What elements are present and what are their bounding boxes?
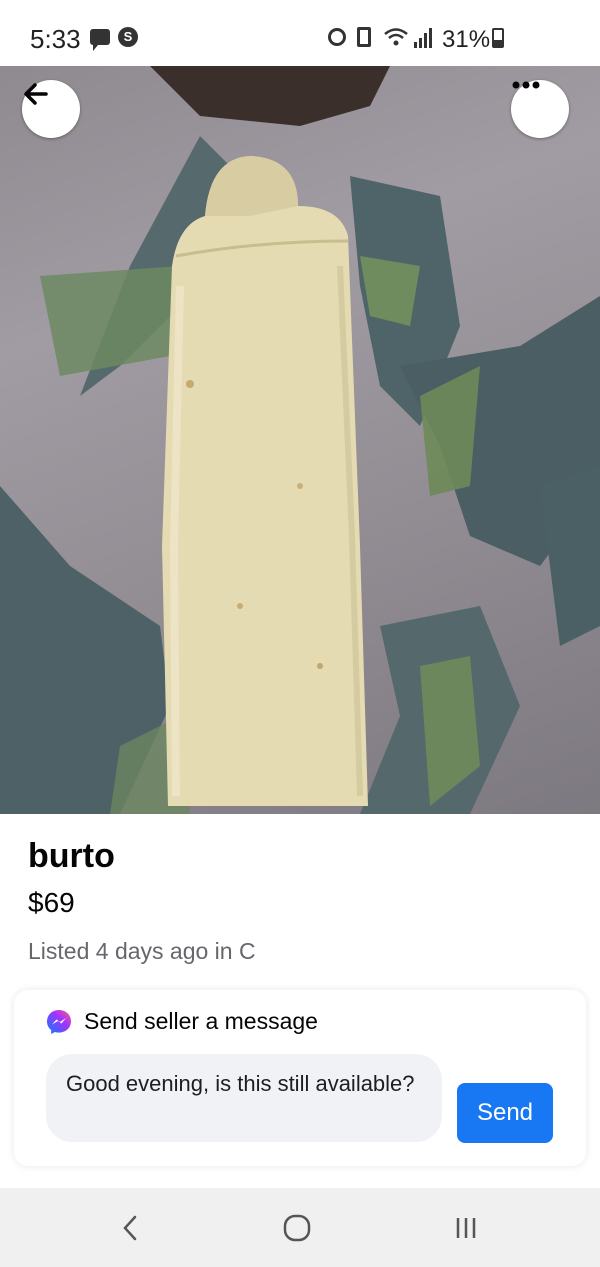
burrito-photo: [0, 66, 600, 814]
message-header: Send seller a message: [46, 1008, 318, 1035]
recent-apps-icon: [456, 1218, 476, 1238]
listing-photo[interactable]: [0, 66, 600, 814]
s-app-icon: S: [118, 27, 138, 47]
listing-title: burto: [28, 837, 115, 875]
listing-meta: Listed 4 days ago in C: [28, 938, 256, 964]
message-header-label: Send seller a message: [84, 1008, 318, 1034]
nav-recent-apps-button[interactable]: [446, 1208, 486, 1248]
back-nav-icon: [123, 1215, 137, 1241]
messenger-icon: [47, 1009, 71, 1034]
battery-icon: [492, 28, 504, 48]
alarm-icon: [328, 28, 346, 46]
message-input[interactable]: Good evening, is this still available?: [46, 1054, 442, 1142]
more-options-button[interactable]: [511, 80, 569, 138]
status-time: 5:33: [30, 24, 81, 54]
chat-notification-icon: [90, 29, 110, 51]
arrow-left-icon: [24, 83, 48, 105]
battery-percent: 31%: [442, 26, 491, 53]
listing-price: $69: [28, 887, 75, 918]
signal-icon: [414, 26, 434, 48]
send-button[interactable]: Send: [457, 1083, 553, 1143]
status-bar: 5:33 S 31%: [0, 0, 600, 66]
back-button[interactable]: [22, 80, 80, 138]
wifi-icon: [384, 28, 408, 46]
nav-home-button[interactable]: [277, 1208, 317, 1248]
nav-back-button[interactable]: [110, 1208, 150, 1248]
message-seller-card: Send seller a message Good evening, is t…: [14, 990, 586, 1166]
listing-details: burto $69 Listed 4 days ago in C: [28, 836, 588, 966]
more-dots-icon: [512, 81, 540, 89]
system-nav-bar: [0, 1188, 600, 1267]
battery-saver-icon: [357, 27, 371, 47]
home-nav-icon: [283, 1214, 311, 1242]
